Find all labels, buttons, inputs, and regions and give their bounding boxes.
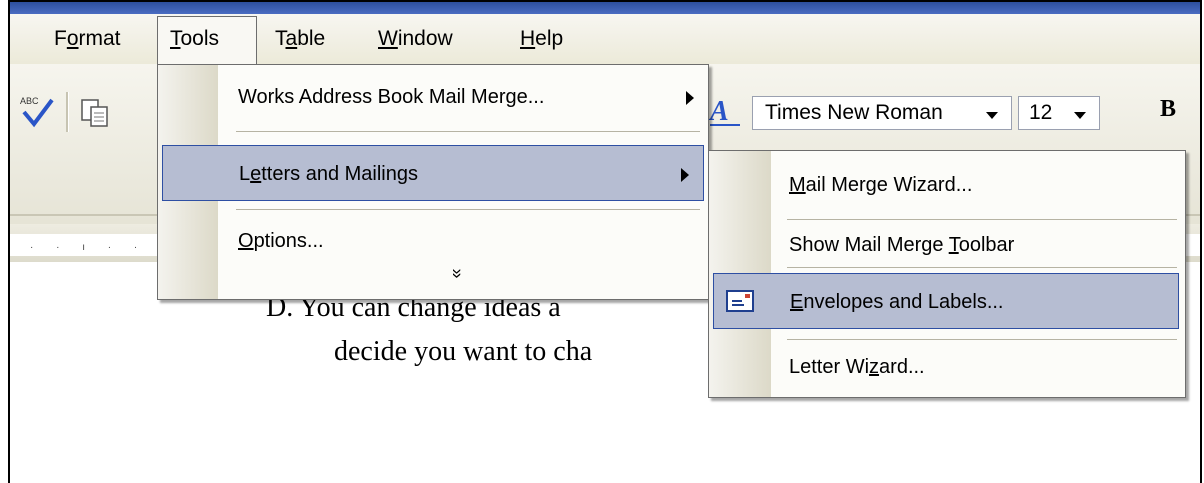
options-item[interactable]: Options... <box>158 213 708 269</box>
styles-formatting-icon[interactable]: A <box>708 92 742 130</box>
menu-format[interactable]: Format <box>54 24 121 54</box>
title-bar <box>10 2 1200 14</box>
document-text-line: decide you want to cha <box>334 336 593 367</box>
word-window: Format Tools Table Window Help ABC A Tim… <box>8 0 1202 483</box>
chevron-down-icon[interactable] <box>1074 112 1086 119</box>
submenu-arrow-icon <box>686 91 694 105</box>
menu-table[interactable]: Table <box>275 24 325 54</box>
font-name-select[interactable]: Times New Roman <box>752 96 1012 130</box>
menu-separator <box>787 267 1177 268</box>
copy-icon[interactable] <box>80 98 110 128</box>
works-address-book-mail-merge-item[interactable]: Works Address Book Mail Merge... <box>158 69 708 125</box>
svg-text:A: A <box>708 96 729 127</box>
svg-text:ABC: ABC <box>20 96 39 106</box>
font-size-value: 12 <box>1029 101 1053 124</box>
tools-dropdown-menu: Works Address Book Mail Merge... Letters… <box>157 64 709 300</box>
show-mail-merge-toolbar-item[interactable]: Show Mail Merge Toolbar <box>709 217 1185 273</box>
menu-help[interactable]: Help <box>520 24 563 54</box>
chevron-down-icon[interactable] <box>986 112 998 119</box>
font-name-value: Times New Roman <box>765 101 943 124</box>
bold-button[interactable]: B <box>1160 96 1176 123</box>
ruler-ticks: · · ı · · <box>30 242 148 253</box>
toolbar-divider <box>66 92 69 132</box>
menu-separator <box>236 209 700 210</box>
spelling-check-icon[interactable]: ABC <box>20 94 54 130</box>
mail-merge-wizard-item[interactable]: Mail Merge Wizard... <box>709 157 1185 213</box>
letter-wizard-item[interactable]: Letter Wizard... <box>709 339 1185 395</box>
font-size-select[interactable]: 12 <box>1018 96 1100 130</box>
envelope-icon <box>726 290 754 312</box>
submenu-arrow-icon <box>681 168 689 182</box>
letters-and-mailings-item[interactable]: Letters and Mailings <box>162 145 704 201</box>
menu-window[interactable]: Window <box>378 24 453 54</box>
menu-tools[interactable]: Tools <box>170 24 219 54</box>
envelopes-and-labels-item[interactable]: Envelopes and Labels... <box>713 273 1179 329</box>
expand-menu-icon[interactable]: » <box>447 268 468 278</box>
menu-separator <box>236 131 700 132</box>
letters-and-mailings-submenu: Mail Merge Wizard... Show Mail Merge Too… <box>708 150 1186 398</box>
